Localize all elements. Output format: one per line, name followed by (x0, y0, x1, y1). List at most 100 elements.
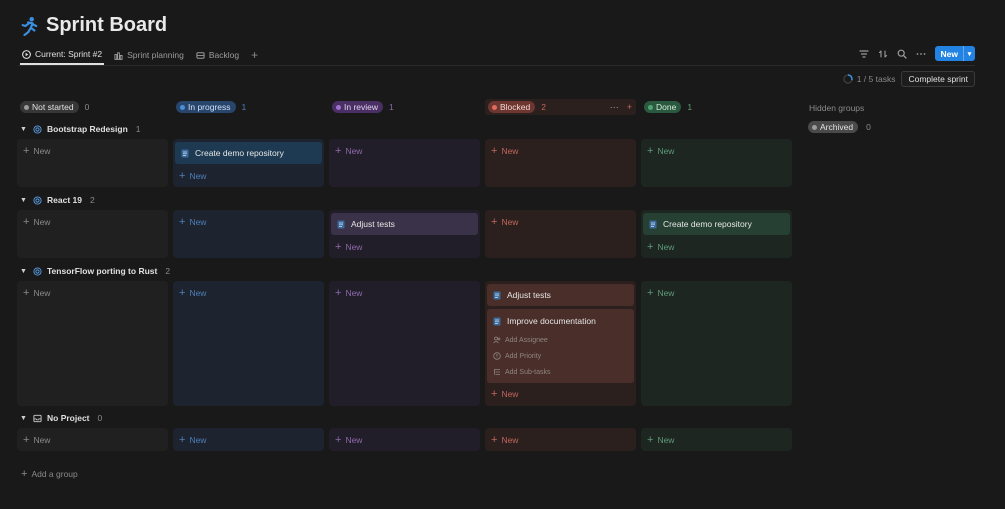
archived-group[interactable]: Archived 0 (808, 121, 871, 133)
new-item-button[interactable]: + New (179, 216, 206, 228)
chevron-down-icon[interactable]: ▾ (963, 46, 975, 61)
tab-label: Sprint planning (127, 50, 184, 60)
task-card-expanded[interactable]: Improve documentation Add Assignee Add P… (487, 309, 634, 383)
running-person-icon (21, 16, 38, 36)
column-count: 0 (84, 102, 90, 112)
target-icon (33, 124, 42, 134)
tab-backlog[interactable]: Backlog (194, 45, 241, 65)
group-count: 2 (165, 266, 171, 276)
tab-sprint-planning[interactable]: Sprint planning (112, 45, 186, 65)
add-view-button[interactable]: + (251, 48, 258, 62)
new-item-button[interactable]: + New (647, 435, 674, 446)
add-icon[interactable]: + (627, 102, 632, 113)
new-item-button[interactable]: + New (335, 288, 362, 299)
plus-icon: + (179, 216, 186, 228)
column-header-in-review: In review 1 (329, 99, 480, 115)
group-name: No Project (47, 413, 90, 423)
status-pill[interactable]: In review (332, 101, 384, 113)
more-icon[interactable] (916, 49, 926, 59)
add-subtasks-property[interactable]: Add Sub-tasks (493, 368, 628, 376)
status-pill[interactable]: Done (644, 101, 682, 113)
status-dot (24, 104, 29, 110)
column-count: 1 (389, 102, 394, 112)
cell: + New (641, 428, 792, 451)
new-item-button[interactable]: + New (491, 217, 518, 228)
new-item-button[interactable]: + New (335, 435, 362, 446)
new-item-button[interactable]: + New (179, 435, 206, 446)
new-item-button[interactable]: + New (647, 241, 674, 253)
archived-count: 0 (866, 122, 871, 132)
plus-icon: + (491, 388, 498, 400)
more-icon[interactable]: ⋯ (610, 102, 619, 113)
complete-sprint-button[interactable]: Complete sprint (901, 71, 975, 87)
column-header-in-progress: In progress 1 (173, 99, 324, 115)
new-button[interactable]: New ▾ (934, 46, 975, 61)
new-item-button[interactable]: + New (491, 435, 519, 446)
new-item-button[interactable]: + New (335, 241, 363, 253)
new-item-button[interactable]: + New (23, 288, 51, 299)
group-name: TensorFlow porting to Rust (47, 266, 158, 276)
new-item-button[interactable]: + New (23, 217, 50, 228)
archived-pill[interactable]: Archived (808, 121, 859, 133)
group-name: React 19 (47, 195, 82, 205)
task-card[interactable]: Adjust tests (487, 284, 634, 306)
filter-icon[interactable] (858, 49, 869, 59)
add-group-button[interactable]: + Add a group (21, 468, 78, 480)
plus-icon: + (491, 145, 498, 157)
sprint-progress: 1 / 5 tasks (842, 74, 896, 84)
search-icon[interactable] (897, 49, 907, 59)
group-header-bootstrap-redesign[interactable]: ▼ Bootstrap Redesign 1 (20, 122, 141, 136)
cell: + New (17, 210, 168, 258)
tab-label: Current: Sprint #2 (35, 49, 103, 59)
chevron-down-icon[interactable]: ▼ (20, 268, 28, 275)
sort-icon[interactable] (878, 49, 888, 59)
document-icon (493, 317, 501, 325)
cell: Create demo repository + New (173, 139, 324, 187)
cell: + New (485, 139, 636, 187)
status-pill[interactable]: Blocked (488, 101, 536, 113)
new-item-button[interactable]: + New (491, 145, 518, 157)
task-card[interactable]: Create demo repository (643, 213, 790, 235)
plus-icon: + (647, 241, 654, 253)
new-item-button[interactable]: + New (335, 145, 362, 157)
add-priority-property[interactable]: Add Priority (493, 352, 628, 360)
status-pill[interactable]: Not started (20, 101, 79, 113)
status-dot (812, 124, 817, 130)
chevron-down-icon[interactable]: ▼ (20, 197, 28, 204)
cell: + New (173, 210, 324, 258)
subtasks-icon (494, 369, 500, 375)
group-header-react-19[interactable]: ▼ React 19 2 (20, 193, 95, 207)
group-count: 2 (89, 195, 95, 205)
archived-label: Archived (820, 122, 854, 132)
status-pill[interactable]: In progress (176, 101, 236, 113)
page-title: Sprint Board (46, 14, 168, 36)
status-label: Done (656, 102, 677, 112)
group-header-tensorflow-porting[interactable]: ▼ TensorFlow porting to Rust 2 (20, 264, 170, 278)
new-item-button[interactable]: + New (647, 146, 674, 157)
stack-icon (196, 51, 205, 59)
group-header-no-project[interactable]: ▼ No Project 0 (20, 411, 102, 425)
new-item-button[interactable]: + New (179, 171, 206, 182)
new-item-button[interactable]: + New (179, 288, 206, 299)
task-card[interactable]: Create demo repository (175, 142, 322, 164)
new-label: New (345, 242, 363, 252)
tab-current-sprint[interactable]: Current: Sprint #2 (20, 45, 105, 65)
new-item-button[interactable]: + New (647, 288, 674, 299)
cell: + New (173, 281, 324, 406)
new-label: New (33, 288, 51, 298)
new-item-button[interactable]: + New (23, 146, 50, 157)
chevron-down-icon[interactable]: ▼ (20, 415, 28, 422)
task-card[interactable]: Adjust tests (331, 213, 478, 235)
new-item-button[interactable]: + New (23, 435, 50, 446)
new-label: New (501, 435, 519, 445)
plus-icon: + (335, 145, 342, 157)
add-assignee-property[interactable]: Add Assignee (493, 336, 628, 344)
plus-icon: + (335, 241, 342, 253)
cell: + New (329, 139, 480, 187)
sprint-progress-text: 1 / 5 tasks (856, 74, 896, 84)
status-dot (648, 104, 653, 110)
property-label: Add Priority (505, 352, 542, 360)
inbox-icon (33, 414, 42, 422)
chevron-down-icon[interactable]: ▼ (20, 126, 28, 133)
new-item-button[interactable]: + New (491, 388, 518, 400)
